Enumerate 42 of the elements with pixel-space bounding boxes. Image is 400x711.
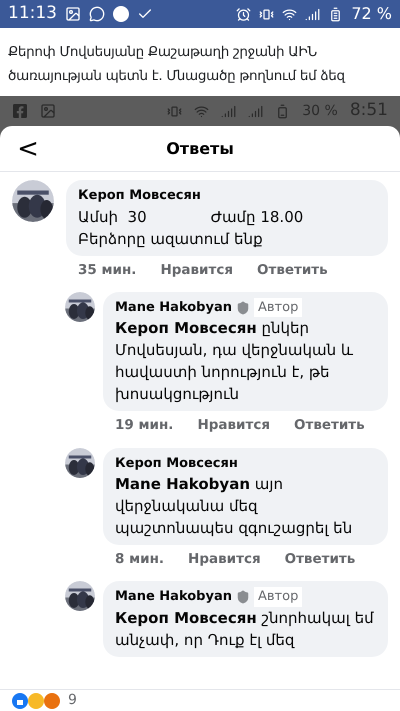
battery-level: 72 % (351, 3, 392, 25)
like-link[interactable]: Нравится (188, 549, 261, 570)
like-link[interactable]: Нравится (160, 260, 234, 280)
post-text: Քերոփ Մովսեսյանը Քաշաթաղի շրջանի ԱԻՆ ծառայության պետն է. Մնացածը թողնում եմ ձեզ (7, 43, 346, 86)
comment-text: Кероп Мовсесян շնորհակալ եմ անչափ, որ Դուք էլ մեզ (115, 608, 375, 651)
comment-time: 35 мин. (78, 260, 136, 280)
status-time: 11:13 (8, 2, 57, 26)
comment-time: 8 мин. (115, 550, 164, 569)
wifi-icon (194, 104, 210, 118)
sheet-title: Ответы (166, 138, 234, 160)
facebook-icon (12, 103, 28, 119)
author-badge: Автор (254, 587, 302, 607)
wifi-icon (282, 6, 298, 22)
circle-icon (113, 6, 129, 22)
vibrate-icon (167, 104, 182, 118)
comment-time: 19 мин. (115, 416, 174, 436)
signal-icon (221, 104, 236, 118)
author-name[interactable]: Кероп Мовсесян (78, 186, 201, 206)
vibrate-icon (259, 6, 274, 22)
comment-text: Ամսի 30 (78, 206, 147, 228)
reply-link[interactable]: Ответить (294, 415, 365, 436)
image-icon (65, 6, 81, 22)
author-name[interactable]: Mane Hakobyan (115, 298, 232, 318)
comment-text: Кероп Мовсесян ընկեր Մովսեսյան, դա վերջնական և հավաստի նորություն է, թե խոսակցություն (115, 318, 354, 406)
reaction-count: 9 (68, 691, 77, 710)
signal-icon (305, 6, 320, 22)
image-icon (40, 103, 56, 119)
comment-text: Բերձորը ազատում ենք (78, 228, 263, 250)
shield-icon (236, 590, 250, 604)
reply-link[interactable]: Ответить (257, 260, 328, 280)
signal-icon (248, 104, 264, 118)
reply-link[interactable]: Ответить (284, 549, 356, 570)
author-badge: Автор (254, 298, 302, 318)
author-name[interactable]: Кероп Мовсесян (115, 454, 238, 473)
messenger-icon (89, 6, 105, 22)
author-name[interactable]: Mane Hakobyan (115, 587, 232, 607)
alarm-icon (236, 6, 252, 22)
comment-text: Mane Hakobyan այո վերջնականա մեզ պաշտոնապես զգուշացրել են (115, 474, 354, 539)
back-button[interactable]: < (12, 136, 44, 162)
shield-icon (236, 300, 250, 314)
comment-text: Ժամը 18.00 (210, 206, 304, 228)
like-link[interactable]: Нравится (197, 415, 270, 436)
